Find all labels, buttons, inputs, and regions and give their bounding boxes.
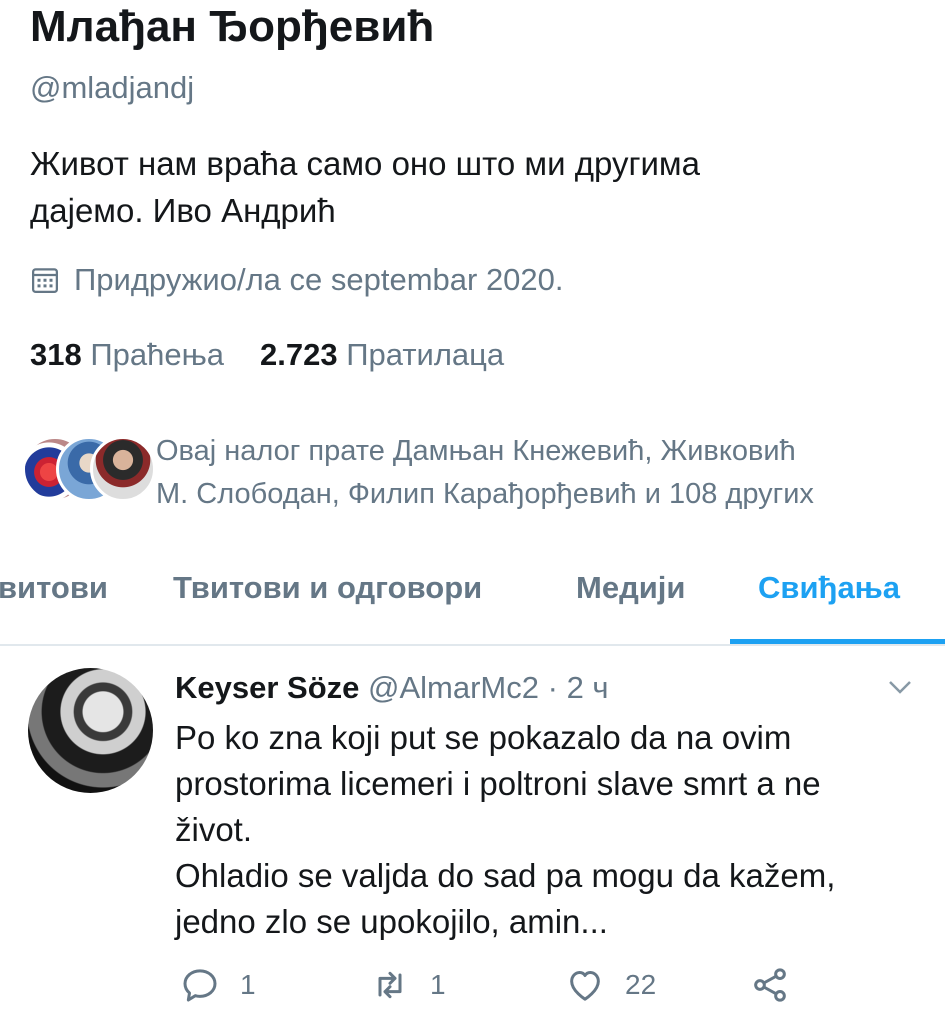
calendar-icon bbox=[32, 268, 58, 293]
like-count: 22 bbox=[625, 969, 657, 1000]
bio-line: Живот нам враћа само оно што ми другима bbox=[30, 145, 700, 182]
followed-by-line: Овај налог прате Дамњан Кнежевић, Живков… bbox=[156, 435, 796, 467]
share-button[interactable] bbox=[750, 965, 790, 1005]
followers-label: Пратилаца bbox=[346, 337, 505, 372]
profile-handle: @mladjandj bbox=[30, 70, 195, 105]
avatar[interactable] bbox=[28, 668, 153, 793]
tweet-time: 2 ч bbox=[566, 670, 609, 705]
following-label: Праћења bbox=[90, 337, 225, 372]
retweet-count: 1 bbox=[430, 969, 446, 1000]
tab-tweets-and-replies[interactable]: Твитови и одговори bbox=[173, 570, 482, 606]
joined-date: Придружио/ла се septembar 2020. bbox=[30, 262, 564, 298]
followers-link[interactable]: 2.723 Пратилаца bbox=[260, 337, 504, 372]
tweet-text: Po ko zna koji put se pokazalo da na ovi… bbox=[175, 715, 925, 945]
tweet-line: prostorima licemeri i poltroni slave smr… bbox=[175, 765, 821, 802]
reply-icon bbox=[183, 969, 217, 1002]
avatar bbox=[90, 436, 156, 502]
reply-count: 1 bbox=[240, 969, 256, 1000]
tweet-line: jedno zlo se upokojilo, amin... bbox=[175, 903, 608, 940]
joined-text: Придружио/ла се septembar 2020. bbox=[74, 262, 564, 297]
followers-count: 2.723 bbox=[260, 337, 338, 372]
followed-by-line: М. Слободан, Филип Карађорђевић и 108 др… bbox=[156, 478, 814, 510]
like-button[interactable]: 22 bbox=[565, 965, 656, 1005]
tweet-line: Po ko zna koji put se pokazalo da na ovi… bbox=[175, 719, 792, 756]
profile-bio: Живот нам враћа само оно што ми другима … bbox=[30, 140, 890, 234]
tweet-line: život. bbox=[175, 811, 253, 848]
tweet-actions: 1 1 22 bbox=[180, 965, 900, 1015]
retweet-button[interactable]: 1 bbox=[370, 965, 446, 1005]
share-icon bbox=[754, 968, 786, 1002]
tab-media[interactable]: Медији bbox=[576, 570, 685, 606]
profile-stats: 318 Праћења 2.723 Пратилаца bbox=[30, 337, 504, 373]
retweet-icon bbox=[378, 971, 402, 999]
chevron-down-icon[interactable] bbox=[885, 672, 915, 702]
follower-avatars bbox=[22, 436, 156, 506]
followed-by-text: Овај налог прате Дамњан Кнежевић, Живков… bbox=[156, 430, 814, 516]
tweet-author-handle[interactable]: @AlmarMc2 bbox=[368, 670, 539, 705]
tweet-header: Keyser Söze @AlmarMc2 · 2 ч bbox=[175, 670, 609, 706]
following-link[interactable]: 318 Праћења bbox=[30, 337, 224, 372]
followed-by[interactable]: Овај налог прате Дамњан Кнежевић, Живков… bbox=[22, 435, 814, 516]
bio-line: дајемо. Иво Андрић bbox=[30, 192, 336, 229]
profile-tabs: витови Твитови и одговори Медији Свиђања bbox=[0, 548, 945, 646]
tab-likes[interactable]: Свиђања bbox=[758, 570, 900, 606]
tweet-separator: · bbox=[547, 670, 558, 705]
profile-name: Млађан Ђорђевић bbox=[30, 2, 435, 51]
tweet-line: Ohladio se valjda do sad pa mogu da kaže… bbox=[175, 857, 836, 894]
active-tab-indicator bbox=[730, 639, 945, 644]
reply-button[interactable]: 1 bbox=[180, 965, 256, 1005]
tweet-author-name[interactable]: Keyser Söze bbox=[175, 670, 359, 705]
like-icon bbox=[570, 971, 600, 1001]
tab-tweets[interactable]: витови bbox=[0, 570, 108, 606]
following-count: 318 bbox=[30, 337, 82, 372]
